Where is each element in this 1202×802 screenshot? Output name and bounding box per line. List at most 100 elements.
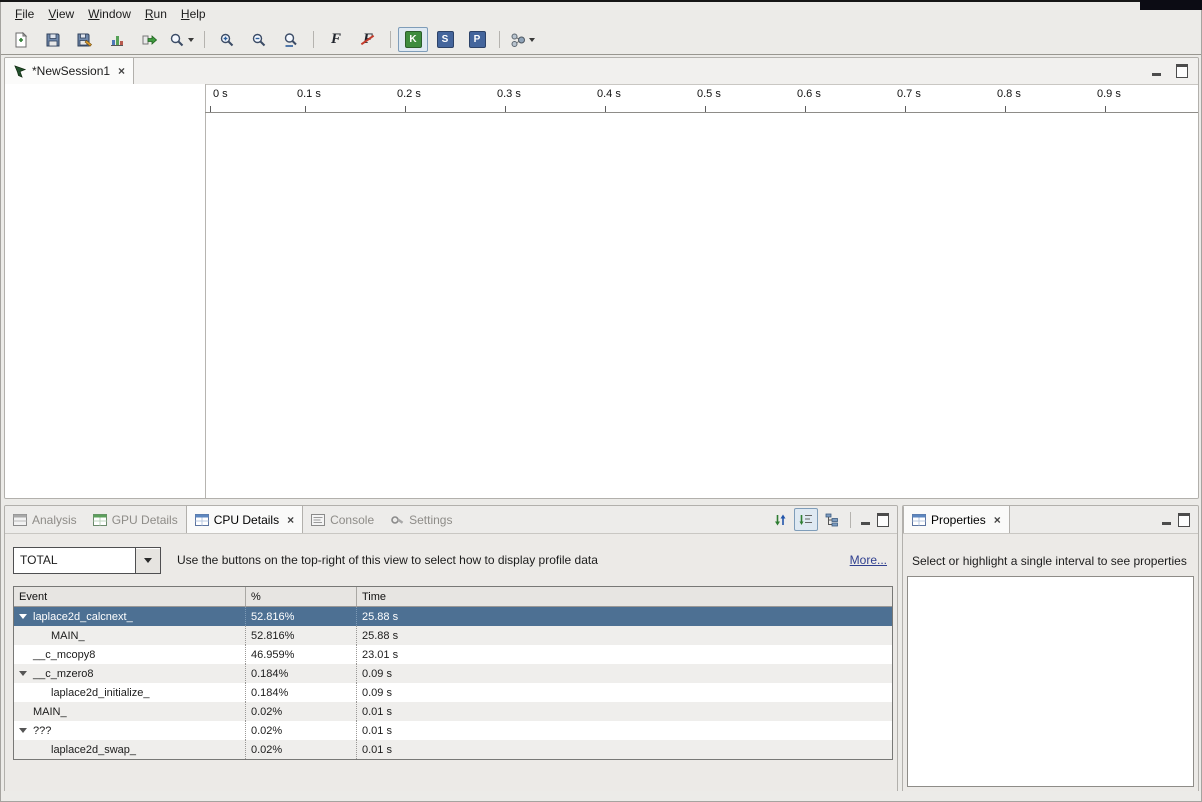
table-row[interactable]: laplace2d_initialize_ 0.184% 0.09 s [14, 683, 892, 702]
ruler-tick [305, 106, 306, 112]
event-name: laplace2d_calcnext_ [33, 611, 133, 623]
event-name: __c_mzero8 [33, 668, 94, 680]
timeline-canvas[interactable] [206, 113, 1198, 498]
table-row[interactable]: MAIN_ 0.02% 0.01 s [14, 702, 892, 721]
zoom-out-button[interactable] [244, 27, 274, 52]
table-row[interactable]: __c_mzero8 0.184% 0.09 s [14, 664, 892, 683]
analysis-button[interactable] [507, 27, 538, 52]
timeline-editor-panel: *NewSession1 0 s 0.1 s 0.2 s 0.3 s 0.4 s… [4, 57, 1199, 499]
save-all-icon [77, 32, 93, 48]
save-button[interactable] [38, 27, 68, 52]
ruler-tick [705, 106, 706, 112]
chart-icon [109, 32, 125, 48]
top-down-view-button[interactable] [794, 508, 818, 531]
ruler-tick-label: 0.7 s [897, 88, 921, 100]
table-row[interactable]: MAIN_ 52.816% 25.88 s [14, 626, 892, 645]
zoom-in-button[interactable] [212, 27, 242, 52]
kernel-timeline-icon: K [405, 31, 422, 48]
console-tab-icon [311, 514, 325, 526]
flat-profile-view-button[interactable] [768, 508, 792, 531]
menu-view[interactable]: View [41, 4, 81, 24]
maximize-icon [1176, 64, 1188, 78]
properties-panel: Properties Select or highlight a single … [902, 505, 1199, 793]
instruction-text: Use the buttons on the top-right of this… [177, 553, 598, 567]
window-top-edge [0, 0, 1202, 2]
column-header-percent[interactable]: % [246, 587, 357, 606]
minimize-button[interactable] [1148, 64, 1164, 78]
table-row[interactable]: laplace2d_calcnext_ 52.816% 25.88 s [14, 607, 892, 626]
tree-expand-arrow[interactable] [19, 671, 27, 676]
event-time: 0.09 s [357, 683, 892, 702]
maximize-button[interactable] [875, 513, 891, 527]
tab-console[interactable]: Console [303, 506, 382, 533]
new-session-button[interactable] [6, 27, 36, 52]
ruler-tick-label: 0.8 s [997, 88, 1021, 100]
export-icon [141, 32, 157, 48]
minimize-icon [1162, 522, 1171, 525]
session-tab[interactable]: *NewSession1 [5, 58, 134, 84]
tree-expand-arrow[interactable] [19, 728, 27, 733]
chart-button[interactable] [102, 27, 132, 52]
stream-timeline-button[interactable]: S [430, 27, 460, 52]
minimize-icon [861, 522, 870, 525]
export-button[interactable] [134, 27, 164, 52]
column-header-event[interactable]: Event [14, 587, 246, 606]
cpu-details-tab-icon [195, 514, 209, 526]
tree-expand-arrow[interactable] [19, 614, 27, 619]
top-down-view-icon [799, 513, 813, 527]
tab-settings[interactable]: Settings [382, 506, 460, 533]
maximize-button[interactable] [1174, 64, 1190, 78]
tab-properties[interactable]: Properties [903, 506, 1010, 533]
tab-gpu-details[interactable]: GPU Details [85, 506, 186, 533]
menu-help[interactable]: Help [174, 4, 213, 24]
stream-timeline-icon: S [437, 31, 454, 48]
session-icon [13, 64, 27, 78]
tab-analysis[interactable]: Analysis [5, 506, 85, 533]
minimize-button[interactable] [857, 513, 873, 527]
event-time: 0.01 s [357, 740, 892, 759]
marker-button[interactable]: F [321, 27, 351, 52]
bottom-up-view-button[interactable] [820, 508, 844, 531]
table-row[interactable]: ??? 0.02% 0.01 s [14, 721, 892, 740]
marker-clear-button[interactable]: F [353, 27, 383, 52]
analysis-tab-icon [13, 514, 27, 526]
more-link[interactable]: More... [850, 553, 887, 567]
tab-cpu-details[interactable]: CPU Details [186, 506, 303, 533]
maximize-icon [1178, 513, 1190, 527]
kernel-timeline-button[interactable]: K [398, 27, 428, 52]
menu-run[interactable]: Run [138, 4, 174, 24]
zoom-fit-button[interactable] [276, 27, 306, 52]
chevron-down-icon [144, 558, 152, 563]
scope-select[interactable]: TOTAL [13, 547, 161, 574]
tab-console-label: Console [330, 513, 374, 527]
properties-window-controls [1158, 513, 1198, 527]
ruler-tick [1005, 106, 1006, 112]
table-row[interactable]: __c_mcopy8 46.959% 23.01 s [14, 645, 892, 664]
scope-select-button[interactable] [135, 547, 161, 574]
save-all-button[interactable] [70, 27, 100, 52]
timeline-ruler[interactable]: 0 s 0.1 s 0.2 s 0.3 s 0.4 s 0.5 s 0.6 s … [205, 84, 1198, 113]
tab-settings-label: Settings [409, 513, 452, 527]
close-icon[interactable] [118, 65, 125, 77]
close-icon[interactable] [287, 514, 294, 526]
properties-content-box [907, 576, 1194, 787]
toolbar-separator [313, 31, 314, 48]
event-percent: 0.02% [246, 721, 357, 740]
column-header-time[interactable]: Time [357, 587, 892, 606]
details-view-controls [768, 508, 897, 531]
event-percent: 0.184% [246, 664, 357, 683]
table-row[interactable]: laplace2d_swap_ 0.02% 0.01 s [14, 740, 892, 759]
event-name: __c_mcopy8 [33, 649, 95, 661]
ruler-tick [405, 106, 406, 112]
tab-analysis-label: Analysis [32, 513, 77, 527]
properties-tab-icon [912, 514, 926, 526]
process-timeline-button[interactable]: P [462, 27, 492, 52]
menu-window[interactable]: Window [81, 4, 138, 24]
event-time: 0.09 s [357, 664, 892, 683]
maximize-button[interactable] [1176, 513, 1192, 527]
flat-profile-view-icon [773, 513, 787, 527]
close-icon[interactable] [994, 514, 1001, 526]
menu-file[interactable]: File [8, 4, 41, 24]
search-button[interactable] [166, 27, 197, 52]
minimize-button[interactable] [1158, 513, 1174, 527]
